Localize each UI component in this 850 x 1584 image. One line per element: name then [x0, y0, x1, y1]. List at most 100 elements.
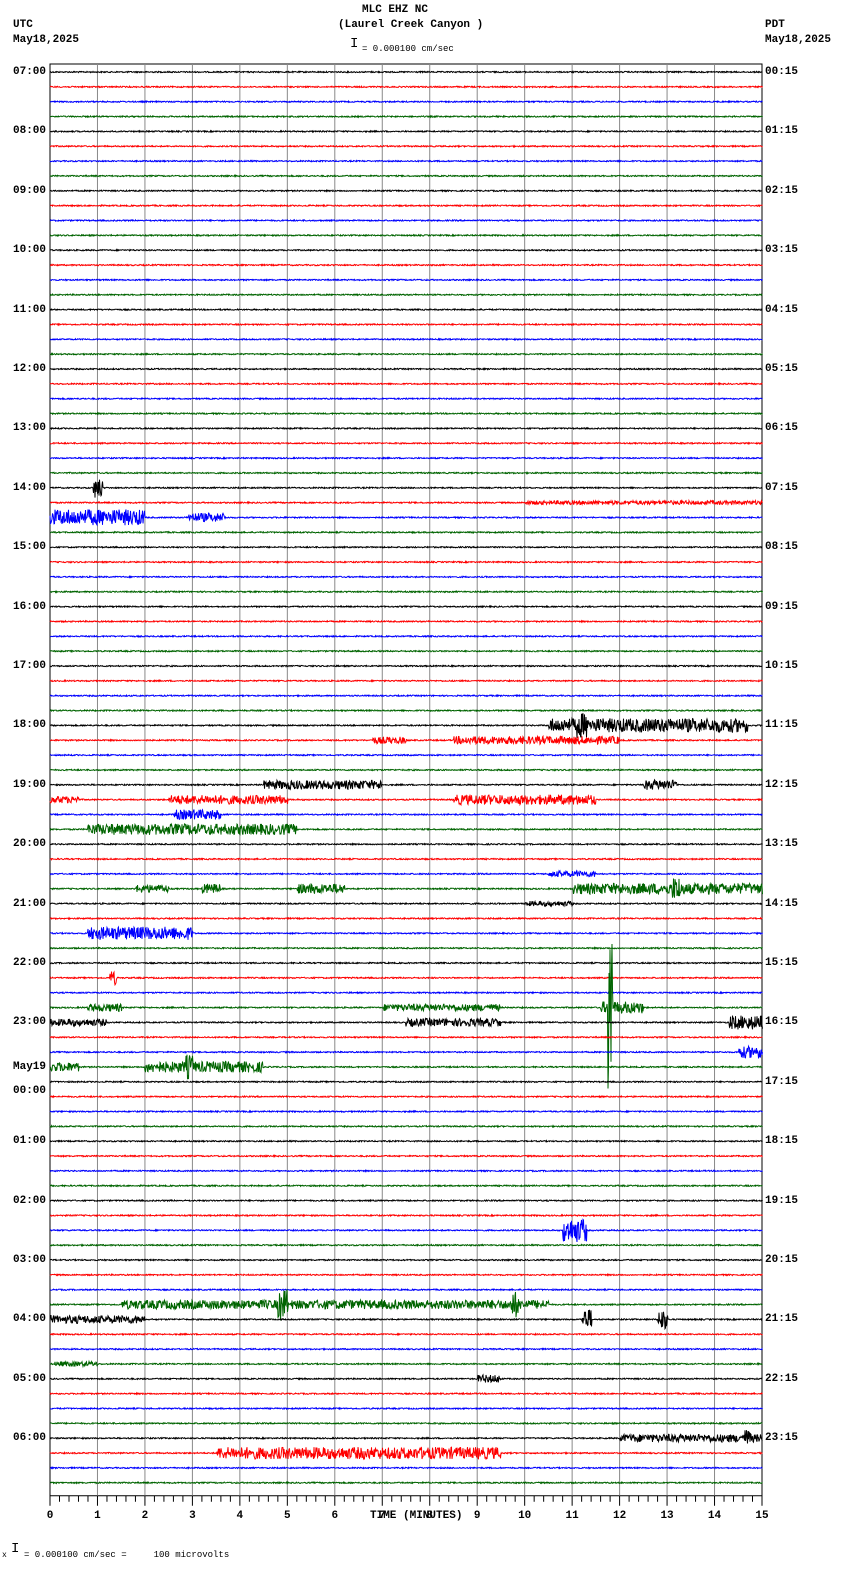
x-tick-label: 2 — [142, 1510, 149, 1522]
trace-64 — [49, 1015, 763, 1030]
trace-48 — [49, 778, 763, 791]
trace-88 — [49, 1373, 763, 1384]
trace-26 — [49, 456, 763, 460]
trace-94 — [49, 1466, 763, 1470]
trace-78 — [50, 1218, 763, 1243]
trace-73 — [49, 1154, 763, 1159]
trace-45 — [49, 734, 763, 746]
trace-41 — [49, 678, 763, 683]
trace-27 — [49, 470, 763, 475]
trace-67 — [49, 1054, 763, 1080]
trace-84 — [49, 1309, 763, 1331]
trace-7 — [49, 174, 763, 178]
trace-85 — [49, 1332, 763, 1337]
trace-14 — [49, 277, 763, 282]
trace-55 — [50, 878, 763, 898]
trace-77 — [49, 1213, 763, 1218]
trace-51 — [49, 822, 763, 836]
trace-10 — [49, 218, 763, 223]
x-tick-label: 8 — [426, 1510, 433, 1522]
trace-75 — [49, 1183, 763, 1188]
trace-8 — [49, 188, 763, 193]
trace-61 — [49, 970, 763, 987]
trace-11 — [49, 233, 763, 238]
trace-54 — [49, 869, 763, 878]
trace-42 — [49, 693, 763, 698]
trace-79 — [49, 1243, 763, 1248]
x-tick-label: 13 — [660, 1510, 674, 1522]
trace-30 — [49, 509, 763, 527]
trace-34 — [49, 574, 763, 579]
trace-25 — [49, 441, 763, 446]
trace-70 — [49, 1109, 763, 1114]
trace-18 — [49, 337, 763, 342]
trace-74 — [49, 1169, 763, 1173]
x-tick-label: 1 — [94, 1510, 101, 1522]
x-tick-label: 10 — [518, 1510, 531, 1522]
trace-22 — [49, 396, 763, 401]
trace-15 — [49, 292, 763, 297]
trace-47 — [49, 768, 763, 772]
trace-24 — [49, 426, 763, 431]
trace-46 — [49, 753, 763, 758]
trace-71 — [49, 1124, 763, 1129]
trace-35 — [49, 589, 763, 594]
trace-20 — [49, 367, 763, 371]
trace-87 — [49, 1359, 763, 1369]
trace-36 — [49, 604, 763, 609]
x-tick-label: 4 — [237, 1510, 244, 1522]
x-tick-label: 7 — [379, 1510, 386, 1522]
trace-66 — [49, 1044, 763, 1059]
trace-44 — [49, 713, 763, 738]
trace-23 — [49, 411, 763, 416]
x-tick-label: 6 — [331, 1510, 338, 1522]
trace-39 — [49, 649, 763, 654]
trace-56 — [49, 899, 763, 908]
trace-93 — [49, 1446, 763, 1461]
trace-68 — [49, 1079, 763, 1084]
trace-65 — [49, 1035, 763, 1040]
trace-72 — [49, 1139, 763, 1144]
x-tick-label: 9 — [474, 1510, 481, 1522]
trace-31 — [49, 530, 763, 535]
trace-80 — [49, 1258, 763, 1262]
trace-17 — [50, 322, 763, 327]
trace-52 — [49, 842, 763, 847]
trace-50 — [49, 808, 763, 821]
trace-5 — [49, 144, 763, 149]
trace-33 — [49, 560, 763, 564]
trace-91 — [49, 1421, 763, 1426]
trace-76 — [49, 1198, 763, 1203]
trace-13 — [50, 263, 763, 267]
x-tick-label: 11 — [566, 1510, 580, 1522]
x-tick-label: 12 — [613, 1510, 626, 1522]
trace-59 — [49, 946, 763, 951]
trace-19 — [49, 352, 763, 357]
trace-62 — [49, 990, 763, 995]
trace-3 — [49, 114, 763, 119]
x-tick-label: 0 — [47, 1510, 54, 1522]
trace-6 — [49, 159, 763, 163]
trace-21 — [49, 381, 763, 386]
trace-86 — [49, 1347, 763, 1351]
trace-28 — [49, 479, 763, 498]
trace-92 — [49, 1430, 763, 1444]
trace-29 — [49, 498, 763, 507]
trace-1 — [49, 84, 763, 89]
trace-32 — [49, 545, 763, 550]
x-tick-label: 14 — [708, 1510, 722, 1522]
trace-57 — [49, 916, 763, 921]
trace-53 — [49, 857, 763, 862]
trace-60 — [49, 961, 763, 965]
seismogram-plot: 0 1 2 3 4 5 6 7 8 9 10 11 12 13 14 15 — [47, 63, 769, 1522]
trace-40 — [49, 664, 763, 668]
trace-83 — [49, 1289, 763, 1321]
trace-4 — [49, 129, 763, 134]
x-tick-label: 5 — [284, 1510, 291, 1522]
trace-16 — [49, 307, 763, 312]
x-tick-label: 3 — [189, 1510, 196, 1522]
trace-12 — [49, 248, 763, 253]
trace-82 — [49, 1287, 763, 1292]
trace-38 — [49, 634, 763, 639]
trace-90 — [50, 1406, 763, 1411]
